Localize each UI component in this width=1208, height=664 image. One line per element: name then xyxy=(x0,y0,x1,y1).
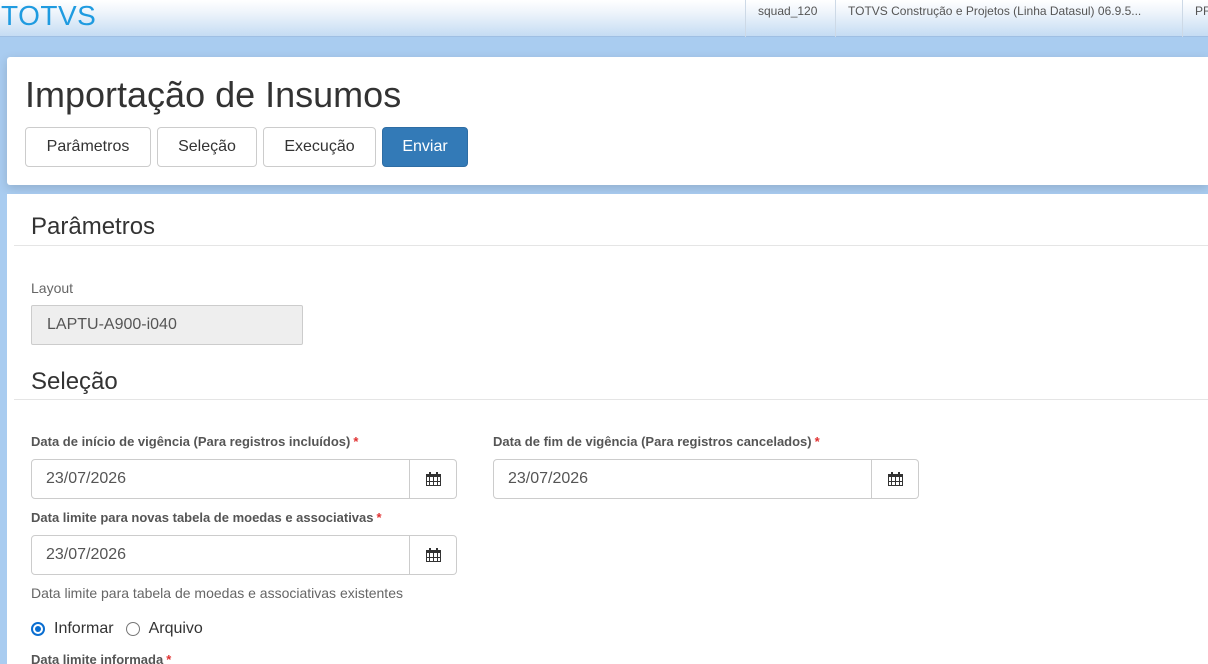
main-content: Parâmetros Layout LAPTU-A900-i040 Seleçã… xyxy=(7,194,1208,664)
data-limite-date-group xyxy=(31,535,457,575)
calendar-icon xyxy=(887,472,903,486)
parametros-section-title: Parâmetros xyxy=(31,213,156,240)
required-mark: * xyxy=(353,434,359,449)
inicio-vigencia-input[interactable] xyxy=(31,459,410,499)
fim-vigencia-label: Data de fim de vigência (Para registros … xyxy=(493,434,820,449)
brand-logo[interactable]: TOTVS xyxy=(1,0,96,32)
data-limite-informada-label-text: Data limite informada xyxy=(31,652,164,664)
selecao-button[interactable]: Seleção xyxy=(157,127,257,167)
calendar-icon xyxy=(425,548,441,562)
layout-label: Layout xyxy=(31,280,74,296)
data-limite-label: Data limite para novas tabela de moedas … xyxy=(31,510,382,525)
execucao-button[interactable]: Execução xyxy=(263,127,376,167)
data-limite-informada-label: Data limite informada * xyxy=(31,652,171,664)
fim-vigencia-calendar-button[interactable] xyxy=(872,459,919,499)
page-header: Importação de Insumos Parâmetros Seleção… xyxy=(7,57,1208,185)
inicio-vigencia-label: Data de início de vigência (Para registr… xyxy=(31,434,358,449)
page-title: Importação de Insumos xyxy=(25,74,402,115)
radio-informar-label[interactable]: Informar xyxy=(54,620,114,638)
enviar-button[interactable]: Enviar xyxy=(382,127,468,167)
layout-field: LAPTU-A900-i040 xyxy=(31,305,303,345)
extra-menu[interactable]: PF xyxy=(1182,0,1208,37)
selecao-section-title: Seleção xyxy=(31,368,118,395)
fim-vigencia-label-text: Data de fim de vigência (Para registros … xyxy=(493,434,812,449)
inicio-vigencia-date-group xyxy=(31,459,457,499)
radio-informar[interactable] xyxy=(31,622,45,636)
required-mark: * xyxy=(814,434,820,449)
data-limite-input[interactable] xyxy=(31,535,410,575)
radio-arquivo[interactable] xyxy=(125,622,140,636)
data-limite-calendar-button[interactable] xyxy=(410,535,457,575)
top-bar: TOTVS squad_120 TOTVS Construção e Proje… xyxy=(0,0,1208,37)
fim-vigencia-input[interactable] xyxy=(493,459,872,499)
section-divider xyxy=(14,245,1208,246)
radio-arquivo-label[interactable]: Arquivo xyxy=(149,620,203,638)
data-limite-radio-group: Informar Arquivo xyxy=(31,620,215,638)
parametros-button[interactable]: Parâmetros xyxy=(25,127,151,167)
calendar-icon xyxy=(425,472,441,486)
required-mark: * xyxy=(376,510,382,525)
product-menu[interactable]: TOTVS Construção e Projetos (Linha Datas… xyxy=(835,0,1182,37)
section-divider xyxy=(14,399,1208,400)
inicio-vigencia-calendar-button[interactable] xyxy=(410,459,457,499)
data-limite-label-text: Data limite para novas tabela de moedas … xyxy=(31,510,374,525)
fim-vigencia-date-group xyxy=(493,459,919,499)
required-mark: * xyxy=(166,652,172,664)
existentes-label: Data limite para tabela de moedas e asso… xyxy=(31,585,403,601)
user-menu[interactable]: squad_120 xyxy=(745,0,835,37)
inicio-vigencia-label-text: Data de início de vigência (Para registr… xyxy=(31,434,351,449)
